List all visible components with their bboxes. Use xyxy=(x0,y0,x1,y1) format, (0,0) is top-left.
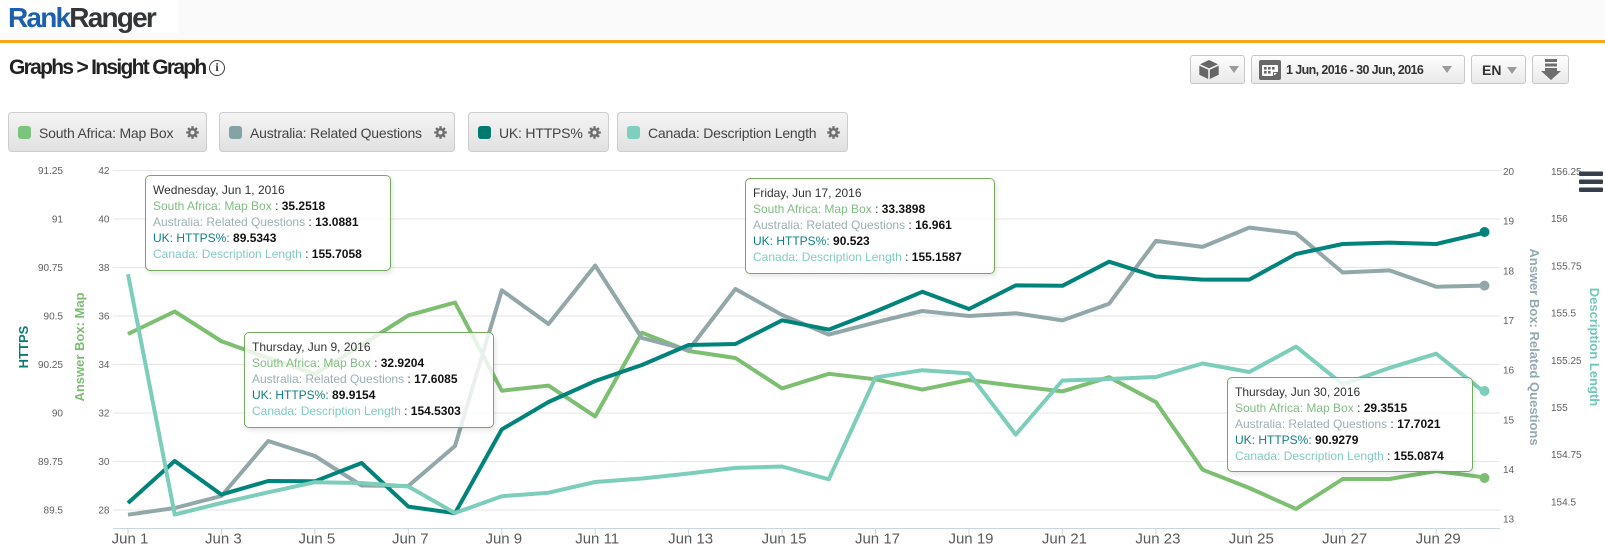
svg-text:Jun 15: Jun 15 xyxy=(762,531,807,548)
svg-text:Jun 27: Jun 27 xyxy=(1322,531,1367,548)
svg-text:90: 90 xyxy=(52,409,64,420)
svg-text:Answer Box: Related Questions: Answer Box: Related Questions xyxy=(1527,248,1542,445)
svg-text:32: 32 xyxy=(98,409,110,420)
svg-text:20: 20 xyxy=(1503,167,1515,178)
svg-text:91.25: 91.25 xyxy=(38,166,63,177)
svg-text:15: 15 xyxy=(1503,415,1515,426)
svg-text:36: 36 xyxy=(98,312,110,323)
svg-text:18: 18 xyxy=(1503,266,1515,277)
svg-text:Jun 13: Jun 13 xyxy=(668,531,713,548)
svg-text:154.5: 154.5 xyxy=(1551,497,1576,508)
svg-text:156.25: 156.25 xyxy=(1551,167,1582,178)
svg-text:Answer Box: Map: Answer Box: Map xyxy=(72,292,87,401)
svg-text:90.25: 90.25 xyxy=(38,360,63,371)
svg-text:38: 38 xyxy=(98,263,110,274)
svg-text:Description Length: Description Length xyxy=(1587,288,1602,407)
svg-text:Jun 23: Jun 23 xyxy=(1135,531,1180,548)
svg-text:14: 14 xyxy=(1503,465,1515,476)
svg-text:Jun 11: Jun 11 xyxy=(575,531,619,548)
svg-text:155.25: 155.25 xyxy=(1551,356,1582,367)
svg-text:90.75: 90.75 xyxy=(38,263,63,274)
svg-text:Jun 9: Jun 9 xyxy=(485,531,522,548)
svg-text:42: 42 xyxy=(98,166,110,177)
svg-text:17: 17 xyxy=(1503,316,1515,327)
svg-text:90.5: 90.5 xyxy=(44,312,64,323)
svg-text:Jun 3: Jun 3 xyxy=(205,531,242,548)
svg-text:13: 13 xyxy=(1503,515,1515,526)
svg-text:155.5: 155.5 xyxy=(1551,309,1576,320)
svg-text:Jun 29: Jun 29 xyxy=(1416,531,1461,548)
svg-text:19: 19 xyxy=(1503,217,1515,228)
svg-text:Jun 21: Jun 21 xyxy=(1042,531,1087,548)
svg-text:Jun 5: Jun 5 xyxy=(299,531,336,548)
svg-text:HTTPS: HTTPS xyxy=(16,325,31,368)
svg-text:155.75: 155.75 xyxy=(1551,261,1582,272)
svg-text:156: 156 xyxy=(1551,214,1568,225)
svg-text:28: 28 xyxy=(98,506,110,517)
svg-text:89.5: 89.5 xyxy=(44,506,64,517)
svg-text:91: 91 xyxy=(52,215,64,226)
svg-text:34: 34 xyxy=(98,360,110,371)
svg-text:30: 30 xyxy=(98,457,110,468)
svg-text:Jun 19: Jun 19 xyxy=(948,531,993,548)
svg-text:Jun 25: Jun 25 xyxy=(1229,531,1274,548)
svg-text:16: 16 xyxy=(1503,366,1515,377)
svg-text:Jun 17: Jun 17 xyxy=(855,531,900,548)
svg-text:40: 40 xyxy=(98,215,110,226)
svg-text:Jun 1: Jun 1 xyxy=(112,531,149,548)
svg-text:154.75: 154.75 xyxy=(1551,450,1582,461)
svg-text:Jun 7: Jun 7 xyxy=(392,531,429,548)
svg-text:155: 155 xyxy=(1551,403,1568,414)
svg-text:89.75: 89.75 xyxy=(38,457,63,468)
